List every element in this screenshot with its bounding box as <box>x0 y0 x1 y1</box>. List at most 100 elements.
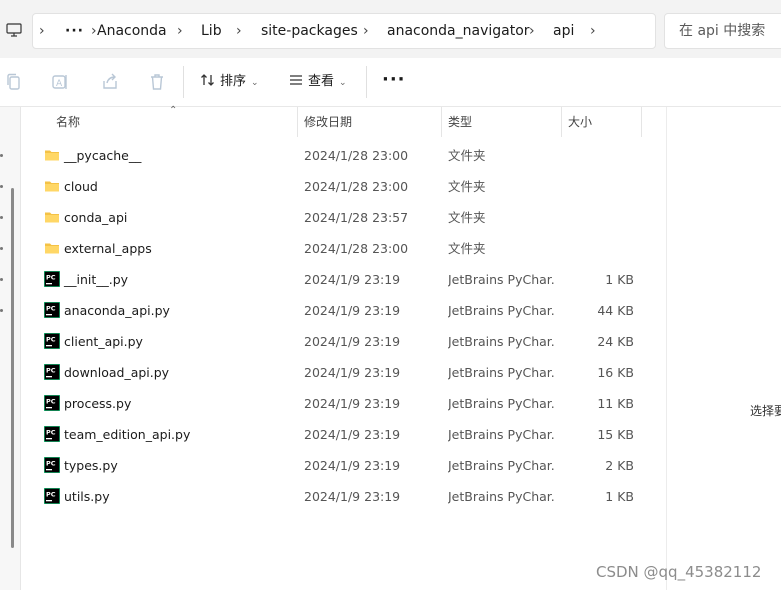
file-size: 2 KB <box>605 458 634 473</box>
file-name: process.py <box>64 396 132 411</box>
file-row[interactable]: PC download_api.py 2024/1/9 23:19 JetBrains… <box>22 357 642 388</box>
chevron-right-icon: › <box>363 23 369 39</box>
folder-icon <box>44 240 60 256</box>
navigation-pane[interactable] <box>0 107 21 590</box>
file-row[interactable]: PC client_api.py 2024/1/9 23:19 JetBrains P… <box>22 326 642 357</box>
chevron-down-icon: ⌄ <box>251 78 259 88</box>
column-divider[interactable] <box>297 107 298 137</box>
pycharm-file-icon: PC <box>43 363 61 381</box>
column-header-name[interactable]: 名称 <box>56 107 80 137</box>
chevron-right-icon[interactable]: › <box>590 14 596 48</box>
file-name: conda_api <box>64 210 128 225</box>
column-divider[interactable] <box>641 107 642 137</box>
file-modified: 2024/1/9 23:19 <box>304 458 401 473</box>
watermark: CSDN @qq_45382112 <box>596 563 762 581</box>
file-row[interactable]: PC anaconda_api.py 2024/1/9 23:19 JetBrains… <box>22 295 642 326</box>
file-row[interactable]: PC __init__.py 2024/1/9 23:19 JetBrains PyC… <box>22 264 642 295</box>
svg-text:PC: PC <box>46 367 56 375</box>
nav-marker <box>0 247 3 250</box>
share-icon[interactable] <box>100 72 120 92</box>
file-name: external_apps <box>64 241 152 256</box>
breadcrumb-site-packages[interactable]: site-packages <box>261 14 358 48</box>
file-row[interactable]: PC team_edition_api.py 2024/1/9 23:19 JetBr… <box>22 419 642 450</box>
breadcrumb-lib[interactable]: Lib <box>201 14 222 48</box>
pycharm-file-icon: PC <box>43 270 61 288</box>
file-type: 文件夹 <box>448 179 486 194</box>
file-size: 24 KB <box>597 334 634 349</box>
folder-icon <box>44 209 60 225</box>
toolbar-divider <box>366 66 367 98</box>
folder-icon <box>44 178 60 194</box>
breadcrumb-overflow[interactable]: ··· <box>65 14 84 48</box>
file-modified: 2024/1/9 23:19 <box>304 396 401 411</box>
rename-icon[interactable]: A <box>50 72 70 92</box>
command-bar: A 排序 ⌄ 查看 ⌄ ··· <box>0 58 781 107</box>
sort-button[interactable]: 排序 ⌄ <box>200 70 259 94</box>
file-list: ⌃ 名称 修改日期 类型 大小 __pycache__ 2024/1/28 23:… <box>22 105 667 590</box>
file-name: __pycache__ <box>64 148 142 163</box>
file-size: 1 KB <box>605 272 634 287</box>
file-modified: 2024/1/9 23:19 <box>304 303 401 318</box>
pycharm-file-icon: PC <box>43 456 61 474</box>
file-row[interactable]: PC utils.py 2024/1/9 23:19 JetBrains PyChar… <box>22 481 642 512</box>
file-row[interactable]: __pycache__ 2024/1/28 23:00 文件夹 <box>22 140 642 171</box>
file-type: JetBrains PyChar... <box>448 334 554 349</box>
more-options-button[interactable]: ··· <box>382 70 406 94</box>
search-input[interactable]: 在 api 中搜索 <box>664 13 781 49</box>
svg-text:PC: PC <box>46 460 56 468</box>
copy-icon[interactable] <box>4 72 24 92</box>
folder-icon <box>44 147 60 163</box>
file-row[interactable]: cloud 2024/1/28 23:00 文件夹 <box>22 171 642 202</box>
pycharm-file-icon: PC <box>43 332 61 350</box>
column-header-size[interactable]: 大小 <box>568 107 592 137</box>
breadcrumb-anaconda-navigator[interactable]: anaconda_navigator <box>387 14 530 48</box>
column-divider[interactable] <box>441 107 442 137</box>
breadcrumb-api[interactable]: api <box>553 14 574 48</box>
file-type: JetBrains PyChar... <box>448 365 554 380</box>
svg-text:PC: PC <box>46 429 56 437</box>
column-divider[interactable] <box>561 107 562 137</box>
file-modified: 2024/1/9 23:19 <box>304 489 401 504</box>
chevron-right-icon: › <box>177 23 183 39</box>
chevron-right-icon: › <box>236 23 242 39</box>
pycharm-file-icon: PC <box>43 425 61 443</box>
file-type: JetBrains PyChar... <box>448 272 554 287</box>
toolbar-divider <box>183 66 184 98</box>
chevron-right-icon: › <box>39 23 45 39</box>
file-size: 1 KB <box>605 489 634 504</box>
column-header-modified[interactable]: 修改日期 <box>304 107 352 137</box>
file-type: JetBrains PyChar... <box>448 303 554 318</box>
details-pane-hint: 选择要 <box>750 404 781 418</box>
svg-text:PC: PC <box>46 491 56 499</box>
computer-icon[interactable] <box>6 22 22 38</box>
file-modified: 2024/1/28 23:00 <box>304 179 409 194</box>
file-name: download_api.py <box>64 365 170 380</box>
file-size: 16 KB <box>597 365 634 380</box>
file-name: types.py <box>64 458 118 473</box>
pycharm-file-icon: PC <box>43 301 61 319</box>
breadcrumb-anaconda[interactable]: Anaconda <box>97 14 167 48</box>
breadcrumb[interactable]: › ··· › Anaconda › Lib › site-packages ›… <box>32 13 656 49</box>
file-name: anaconda_api.py <box>64 303 170 318</box>
address-bar-row: › ··· › Anaconda › Lib › site-packages ›… <box>0 0 781 58</box>
file-type: 文件夹 <box>448 241 486 256</box>
file-row[interactable]: PC process.py 2024/1/9 23:19 JetBrains PyCh… <box>22 388 642 419</box>
file-row[interactable]: PC types.py 2024/1/9 23:19 JetBrains PyChar… <box>22 450 642 481</box>
nav-scrollbar[interactable] <box>11 188 14 548</box>
sort-ascending-icon: ⌃ <box>169 105 178 116</box>
file-size <box>562 202 634 233</box>
chevron-down-icon: ⌄ <box>339 78 347 88</box>
file-modified: 2024/1/28 23:00 <box>304 241 409 256</box>
chevron-right-icon: › <box>529 23 535 39</box>
delete-icon[interactable] <box>147 72 167 92</box>
file-type: 文件夹 <box>448 210 486 225</box>
file-row[interactable]: conda_api 2024/1/28 23:57 文件夹 <box>22 202 642 233</box>
column-header-type[interactable]: 类型 <box>448 107 472 137</box>
file-modified: 2024/1/9 23:19 <box>304 272 401 287</box>
details-pane-divider <box>666 107 667 590</box>
file-modified: 2024/1/9 23:19 <box>304 427 401 442</box>
nav-marker <box>0 154 3 157</box>
file-type: JetBrains PyChar... <box>448 458 554 473</box>
view-button[interactable]: 查看 ⌄ <box>288 70 347 94</box>
file-row[interactable]: external_apps 2024/1/28 23:00 文件夹 <box>22 233 642 264</box>
